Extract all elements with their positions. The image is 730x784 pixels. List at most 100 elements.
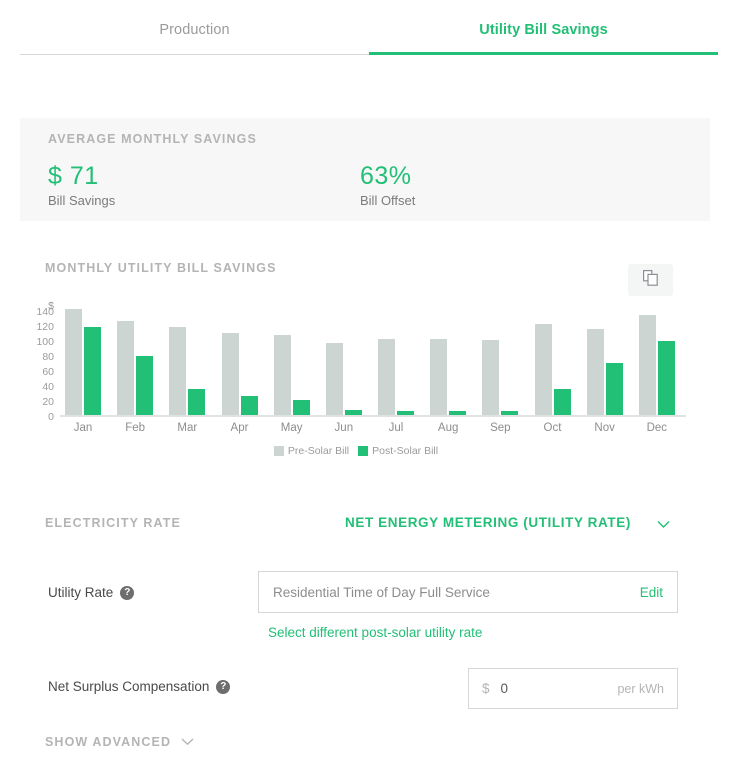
net-surplus-label-text: Net Surplus Compensation	[48, 679, 210, 694]
chart-bar-group	[482, 312, 519, 415]
chart-bar-group	[638, 312, 675, 415]
y-axis-tick: 20	[42, 396, 54, 408]
x-axis-label: Jun	[334, 422, 354, 434]
electricity-rate-label: ELECTRICITY RATE	[45, 516, 181, 530]
show-advanced-label: SHOW ADVANCED	[45, 735, 172, 749]
bar-pre-solar	[378, 339, 395, 415]
bar-pre-solar	[117, 320, 135, 415]
bar-post-solar	[136, 355, 154, 415]
help-icon-net-surplus[interactable]: ?	[216, 679, 231, 694]
bar-pre-solar	[482, 340, 500, 415]
bar-post-solar	[292, 400, 310, 415]
x-axis-label: Mar	[177, 422, 198, 434]
chart-title: MONTHLY UTILITY BILL SAVINGS	[45, 261, 277, 275]
x-axis-label: May	[280, 422, 303, 434]
x-axis-label: Aug	[437, 422, 459, 434]
currency-symbol: $	[482, 681, 490, 696]
tab-production-label: Production	[159, 22, 230, 38]
x-axis-label: Dec	[646, 422, 668, 434]
x-axis-label: Oct	[543, 422, 562, 434]
bill-offset-label: Bill Offset	[360, 193, 416, 208]
copy-icon	[643, 269, 658, 291]
y-axis-tick: 0	[48, 411, 54, 423]
x-axis-label: Feb	[125, 422, 146, 434]
help-icon-utility-rate[interactable]: ?	[120, 585, 135, 600]
legend-item-pre-solar: Pre-Solar Bill	[273, 445, 350, 457]
bar-pre-solar	[65, 309, 82, 415]
chart-bar-group	[65, 309, 101, 415]
bar-pre-solar	[430, 339, 448, 415]
bar-post-solar	[240, 396, 258, 415]
bar-pre-solar	[638, 315, 656, 415]
y-axis-tick: 100	[36, 336, 54, 348]
utility-rate-field[interactable]: Residential Time of Day Full Service Edi…	[258, 571, 678, 613]
show-advanced-toggle[interactable]: SHOW ADVANCED	[45, 735, 194, 749]
legend-label-pre-solar: Pre-Solar Bill	[287, 445, 350, 457]
tab-bar: Production Utility Bill Savings	[0, 0, 730, 55]
monthly-utility-bill-savings-chart: $ 140 120 100 80 60 40 20 0 Pre-Solar Bill Post…	[26, 300, 686, 457]
y-axis-tick: 60	[42, 366, 54, 378]
utility-rate-value: Residential Time of Day Full Service	[273, 584, 490, 600]
chart-plot-area	[60, 309, 686, 417]
utility-rate-label-text: Utility Rate	[48, 585, 114, 600]
tab-production[interactable]: Production	[20, 22, 369, 55]
utility-rate-label: Utility Rate ?	[48, 585, 135, 600]
bar-post-solar	[344, 409, 362, 415]
metric-bill-savings: $ 71 Bill Savings	[48, 162, 115, 208]
tab-utility-bill-savings-label: Utility Bill Savings	[479, 22, 608, 38]
bar-post-solar	[501, 411, 519, 415]
edit-utility-rate-link[interactable]: Edit	[640, 585, 663, 600]
net-surplus-value: 0	[500, 681, 509, 696]
chart-bar-group	[586, 312, 623, 415]
bill-savings-label: Bill Savings	[48, 193, 116, 208]
y-axis-tick: 80	[42, 351, 54, 363]
bar-post-solar	[397, 410, 414, 415]
chart-bar-group	[273, 312, 310, 415]
chevron-down-icon[interactable]	[657, 516, 670, 534]
x-axis-label: Sep	[490, 422, 511, 434]
x-axis-label: Apr	[230, 422, 249, 434]
tab-utility-bill-savings[interactable]: Utility Bill Savings	[369, 22, 718, 55]
chart-bar-group	[221, 312, 258, 415]
summary-card-title: AVERAGE MONTHLY SAVINGS	[48, 132, 257, 146]
bar-post-solar	[657, 340, 675, 415]
chart-bar-group	[430, 312, 467, 415]
bar-pre-solar	[273, 334, 291, 415]
x-axis-label: Jul	[388, 422, 404, 434]
electricity-rate-value[interactable]: NET ENERGY METERING (UTILITY RATE)	[345, 515, 631, 530]
chevron-down-icon	[181, 735, 194, 749]
bar-pre-solar	[169, 326, 187, 415]
x-axis-label: Nov	[594, 422, 615, 434]
net-surplus-compensation-label: Net Surplus Compensation ?	[48, 679, 231, 694]
y-axis-tick: 140	[36, 306, 54, 318]
bar-post-solar	[84, 326, 101, 415]
select-different-rate-link[interactable]: Select different post-solar utility rate	[268, 625, 482, 640]
bar-pre-solar	[586, 328, 604, 415]
chart-legend: Pre-Solar Bill Post-Solar Bill	[26, 445, 686, 457]
net-surplus-compensation-field[interactable]: $ 0 per kWh	[468, 668, 678, 709]
bar-pre-solar	[325, 343, 343, 415]
chart-bar-group	[117, 312, 154, 415]
metric-bill-offset: 63% Bill Offset	[360, 162, 415, 208]
chart-bar-group	[169, 312, 206, 415]
bar-post-solar	[553, 388, 571, 415]
bill-offset-value: 63%	[360, 162, 412, 190]
y-axis-tick: 40	[42, 381, 54, 393]
electricity-rate-row: ELECTRICITY RATE NET ENERGY METERING (UT…	[45, 514, 685, 536]
copy-button[interactable]	[628, 264, 673, 296]
chart-bar-group	[325, 312, 362, 415]
bill-savings-value: $ 71	[48, 162, 99, 190]
legend-item-post-solar: Post-Solar Bill	[358, 445, 438, 457]
x-axis-label: Jan	[73, 422, 93, 434]
bar-pre-solar	[534, 323, 552, 415]
bar-post-solar	[605, 363, 623, 415]
chart-y-axis: $ 140 120 100 80 60 40 20 0	[26, 300, 56, 430]
legend-label-post-solar: Post-Solar Bill	[372, 445, 439, 457]
chart-bar-group	[534, 312, 571, 415]
average-monthly-savings-card: AVERAGE MONTHLY SAVINGS $ 71 Bill Saving…	[20, 118, 710, 221]
net-surplus-unit: per kWh	[617, 681, 664, 696]
utility-bill-savings-page: Production Utility Bill Savings AVERAGE …	[0, 0, 730, 784]
bar-post-solar	[188, 388, 206, 415]
bar-post-solar	[449, 410, 467, 415]
legend-swatch-post-solar	[358, 446, 369, 456]
